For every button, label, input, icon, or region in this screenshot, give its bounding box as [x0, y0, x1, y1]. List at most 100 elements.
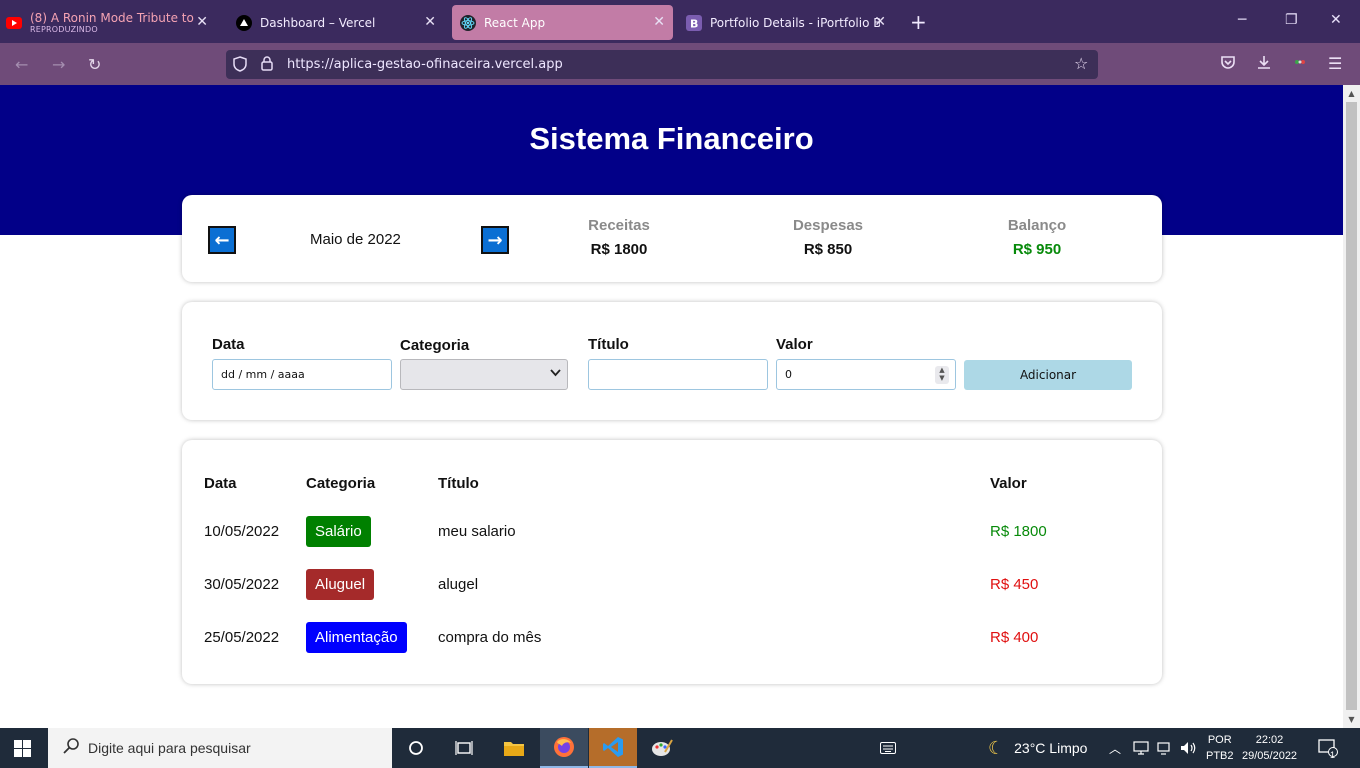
taskbar: Digite aqui para pesquisar ☾ 23°C Limpo … — [0, 728, 1360, 768]
download-icon[interactable] — [1256, 54, 1272, 74]
minimize-button[interactable]: ─ — [1238, 12, 1246, 28]
row-title: meu salario — [438, 523, 516, 540]
page-title: Sistema Financeiro — [529, 121, 814, 156]
search-placeholder: Digite aqui para pesquisar — [88, 740, 251, 756]
moon-icon: ☾ — [988, 737, 1005, 758]
tab-playing-label: REPRODUZINDO — [30, 25, 98, 34]
network-icon[interactable] — [1133, 728, 1149, 768]
category-select[interactable] — [400, 359, 568, 390]
weather-text: 23°C Limpo — [1014, 740, 1088, 756]
restore-button[interactable]: ❐ — [1285, 12, 1298, 28]
expense-summary: Despesas R$ 850 — [768, 217, 888, 258]
notification-count: 1 — [1330, 750, 1336, 760]
bootstrap-icon: B — [686, 14, 702, 31]
column-header-category: Categoria — [306, 475, 376, 492]
keyboard-layout: PTB2 — [1206, 750, 1234, 762]
number-spinner-icon[interactable]: ▲ ▼ — [935, 366, 949, 384]
back-icon[interactable]: ← — [15, 55, 28, 74]
clock-time: 22:02 — [1255, 734, 1284, 746]
close-icon[interactable]: ✕ — [196, 14, 208, 30]
title-label: Título — [588, 336, 629, 353]
chevron-down-icon — [550, 367, 561, 381]
row-title: alugel — [438, 576, 479, 593]
weather-widget[interactable]: ☾ 23°C Limpo — [988, 728, 1087, 768]
income-summary: Receitas R$ 1800 — [559, 217, 679, 258]
task-view-icon[interactable] — [440, 728, 488, 768]
add-entry-form: Data dd / mm / aaaa Categoria Título Val… — [182, 302, 1162, 420]
react-icon — [460, 14, 476, 31]
browser-tab-bar: (8) A Ronin Mode Tribute to Qu REPRODUZI… — [0, 0, 1360, 43]
language-indicator[interactable]: POR PTB2 — [1206, 728, 1234, 768]
tab-react-app[interactable]: React App ✕ — [452, 5, 673, 40]
value-label: Valor — [776, 336, 813, 353]
svg-text:B: B — [690, 17, 698, 30]
tray-chevron-up-icon[interactable]: ︿ — [1109, 728, 1121, 768]
category-badge: Salário — [306, 516, 371, 547]
close-window-button[interactable]: ✕ — [1330, 12, 1342, 28]
windows-start-icon[interactable] — [14, 740, 31, 757]
row-date: 30/05/2022 — [204, 576, 280, 593]
category-badge: Alimentação — [306, 622, 407, 653]
row-value: R$ 400 — [990, 629, 1039, 646]
pocket-icon[interactable] — [1220, 54, 1236, 74]
tab-title: (8) A Ronin Mode Tribute to Qu — [30, 11, 195, 25]
close-icon[interactable]: ✕ — [424, 14, 436, 30]
prev-month-button[interactable]: ← — [208, 226, 236, 254]
value-input[interactable]: 0 ▲ ▼ — [776, 359, 956, 390]
keyboard-icon[interactable] — [880, 728, 896, 768]
expense-label: Despesas — [792, 217, 864, 234]
new-tab-button[interactable]: + — [910, 10, 927, 34]
title-input[interactable] — [588, 359, 768, 390]
column-header-title: Título — [438, 475, 479, 492]
category-badge: Aluguel — [306, 569, 375, 600]
date-input[interactable]: dd / mm / aaaa — [212, 359, 392, 390]
row-value: R$ 450 — [990, 576, 1039, 593]
taskbar-search[interactable]: Digite aqui para pesquisar — [48, 728, 392, 768]
tab-youtube[interactable]: (8) A Ronin Mode Tribute to Qu REPRODUZI… — [6, 5, 216, 40]
income-label: Receitas — [588, 217, 650, 234]
reload-icon[interactable]: ↻ — [88, 55, 101, 74]
paint-icon[interactable] — [638, 728, 686, 768]
page-viewport: Sistema Financeiro ← Maio de 2022 → Rece… — [0, 85, 1343, 728]
scroll-down-icon[interactable]: ▼ — [1343, 711, 1360, 728]
add-button[interactable]: Adicionar — [964, 360, 1132, 390]
category-label: Categoria — [400, 337, 470, 354]
display-icon[interactable] — [1157, 728, 1173, 768]
tab-portfolio[interactable]: B Portfolio Details - iPortfolio Boo ✕ — [680, 5, 894, 40]
bookmark-star-icon[interactable]: ☆ — [1074, 54, 1088, 73]
extension-icon[interactable] — [1292, 54, 1308, 74]
expense-value: R$ 850 — [803, 241, 853, 258]
cortana-icon[interactable] — [392, 728, 440, 768]
date-label: Data — [212, 336, 245, 353]
balance-label: Balanço — [1007, 217, 1067, 234]
vscode-icon[interactable] — [589, 728, 637, 768]
shield-icon[interactable] — [233, 56, 247, 76]
close-icon[interactable]: ✕ — [874, 14, 886, 30]
vercel-icon — [236, 14, 252, 31]
clock[interactable]: 22:02 29/05/2022 — [1242, 728, 1297, 768]
notification-center-icon[interactable]: 1 — [1318, 728, 1338, 768]
menu-icon[interactable]: ☰ — [1328, 54, 1342, 73]
forward-icon[interactable]: → — [52, 55, 65, 74]
tab-vercel[interactable]: Dashboard – Vercel ✕ — [230, 5, 444, 40]
transactions-table: Data Categoria Título Valor 10/05/2022 S… — [182, 440, 1162, 684]
row-date: 25/05/2022 — [204, 629, 280, 646]
youtube-icon — [6, 15, 22, 31]
month-label: Maio de 2022 — [310, 231, 401, 248]
vertical-scrollbar[interactable]: ▲ ▼ — [1343, 85, 1360, 728]
tab-title: Dashboard – Vercel — [260, 15, 376, 30]
balance-summary: Balanço R$ 950 — [977, 217, 1097, 258]
value-input-text: 0 — [785, 368, 792, 381]
summary-card: ← Maio de 2022 → Receitas R$ 1800 Despes… — [182, 195, 1162, 282]
close-icon[interactable]: ✕ — [653, 14, 665, 30]
scrollbar-thumb[interactable] — [1346, 102, 1357, 710]
column-header-date: Data — [204, 475, 237, 492]
scroll-up-icon[interactable]: ▲ — [1343, 85, 1360, 102]
next-month-button[interactable]: → — [481, 226, 509, 254]
volume-icon[interactable] — [1180, 728, 1198, 768]
file-explorer-icon[interactable] — [490, 728, 538, 768]
firefox-icon[interactable] — [540, 728, 588, 768]
language-code: POR — [1207, 734, 1232, 746]
url-text[interactable]: https://aplica-gestao-ofinaceira.vercel.… — [287, 57, 563, 72]
lock-icon[interactable] — [261, 56, 273, 75]
